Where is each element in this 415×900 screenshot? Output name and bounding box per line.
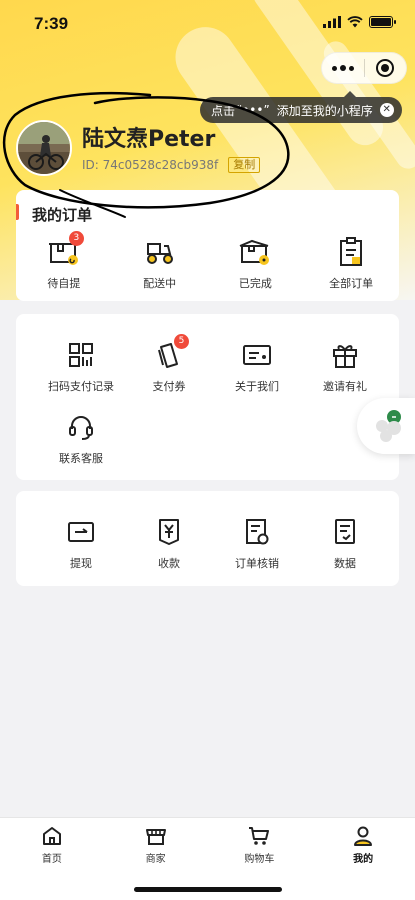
id-card-icon: [239, 338, 275, 372]
floating-bubbles-icon: [376, 410, 401, 442]
wifi-icon: [347, 16, 363, 28]
data-doc-icon: [327, 515, 363, 549]
completed-box-icon: [237, 235, 273, 269]
service-about-us[interactable]: 关于我们: [213, 338, 301, 394]
tab-mine[interactable]: 我的: [311, 818, 415, 868]
service-customer-support[interactable]: 联系客服: [37, 410, 125, 466]
order-completed[interactable]: 已完成: [208, 235, 304, 291]
tab-mine-label: 我的: [353, 854, 374, 865]
store-icon: [145, 829, 166, 845]
services-row-2: 联系客服: [16, 410, 399, 466]
handwritten-circle-annotation: [2, 91, 290, 218]
tool-data[interactable]: 数据: [301, 515, 389, 571]
battery-icon: [369, 16, 396, 28]
orders-grid: 3 待自提 配送中 已完成 全部订单: [16, 231, 399, 291]
home-icon: [42, 827, 61, 845]
order-verify-icon: [239, 515, 275, 549]
service-coupons[interactable]: 5 支付券: [125, 334, 213, 394]
cellular-signal-icon: [323, 16, 341, 28]
target-circle-icon: [376, 59, 395, 77]
order-completed-label: 已完成: [238, 277, 272, 290]
tab-merchant-label: 商家: [145, 854, 166, 865]
order-delivering[interactable]: 配送中: [112, 235, 208, 291]
tab-cart-label: 购物车: [244, 854, 275, 865]
tool-receive[interactable]: 收款: [125, 515, 213, 571]
more-menu-button[interactable]: [322, 53, 364, 83]
service-customer-support-label: 联系客服: [59, 452, 103, 465]
tab-merchant[interactable]: 商家: [104, 818, 208, 868]
service-coupons-label: 支付券: [152, 380, 186, 393]
tab-bar: 首页 商家 购物车 我的: [0, 817, 415, 900]
service-qr-records[interactable]: 扫码支付记录: [37, 338, 125, 394]
service-qr-records-label: 扫码支付记录: [48, 380, 114, 393]
tab-home[interactable]: 首页: [0, 818, 104, 868]
delivery-scooter-icon: [142, 235, 178, 269]
tools-card: 提现 收款 订单核销 数据: [16, 491, 399, 586]
order-delivering-label: 配送中: [143, 277, 177, 290]
order-all[interactable]: 全部订单: [303, 235, 399, 291]
headset-icon: [63, 410, 99, 444]
close-miniprogram-button[interactable]: [364, 53, 406, 83]
order-pickup-badge: 3: [68, 231, 84, 246]
tools-row: 提现 收款 订单核销 数据: [16, 515, 399, 571]
more-dots-icon: [331, 65, 354, 71]
tool-withdraw[interactable]: 提现: [37, 515, 125, 571]
tool-receive-label: 收款: [158, 557, 180, 570]
withdraw-icon: [63, 515, 99, 549]
order-pickup[interactable]: 3 待自提: [16, 231, 112, 291]
tab-home-label: 首页: [41, 854, 62, 865]
tab-cart[interactable]: 购物车: [208, 818, 312, 868]
profile-icon: [354, 826, 373, 846]
order-pickup-label: 待自提: [47, 277, 81, 290]
tool-order-verify[interactable]: 订单核销: [213, 515, 301, 571]
service-about-us-label: 关于我们: [235, 380, 279, 393]
services-card: 扫码支付记录 5 支付券 关于我们 邀请有礼 联系客服: [16, 314, 399, 480]
miniprogram-capsule: [321, 52, 407, 84]
home-indicator: [134, 887, 282, 892]
coupon-icon: 5: [151, 334, 189, 372]
services-row-1: 扫码支付记录 5 支付券 关于我们 邀请有礼: [16, 334, 399, 394]
order-all-label: 全部订单: [329, 277, 374, 290]
status-bar: 7:39: [0, 0, 415, 48]
clipboard-icon: [333, 235, 369, 269]
tip-close-icon[interactable]: ✕: [379, 103, 394, 117]
gift-icon: [327, 338, 363, 372]
service-invite-label: 邀请有礼: [323, 380, 367, 393]
status-time: 7:39: [34, 14, 69, 33]
status-icons: [323, 16, 396, 28]
floating-service-button[interactable]: [357, 398, 415, 454]
pickup-box-icon: 3: [46, 231, 84, 269]
service-coupons-badge: 5: [174, 334, 189, 349]
cart-icon: [249, 827, 270, 845]
tool-data-label: 数据: [334, 557, 356, 570]
service-invite[interactable]: 邀请有礼: [301, 338, 389, 394]
receive-yen-icon: [151, 515, 187, 549]
tool-withdraw-label: 提现: [70, 557, 92, 570]
qr-record-icon: [63, 338, 99, 372]
tool-order-verify-label: 订单核销: [235, 557, 279, 570]
